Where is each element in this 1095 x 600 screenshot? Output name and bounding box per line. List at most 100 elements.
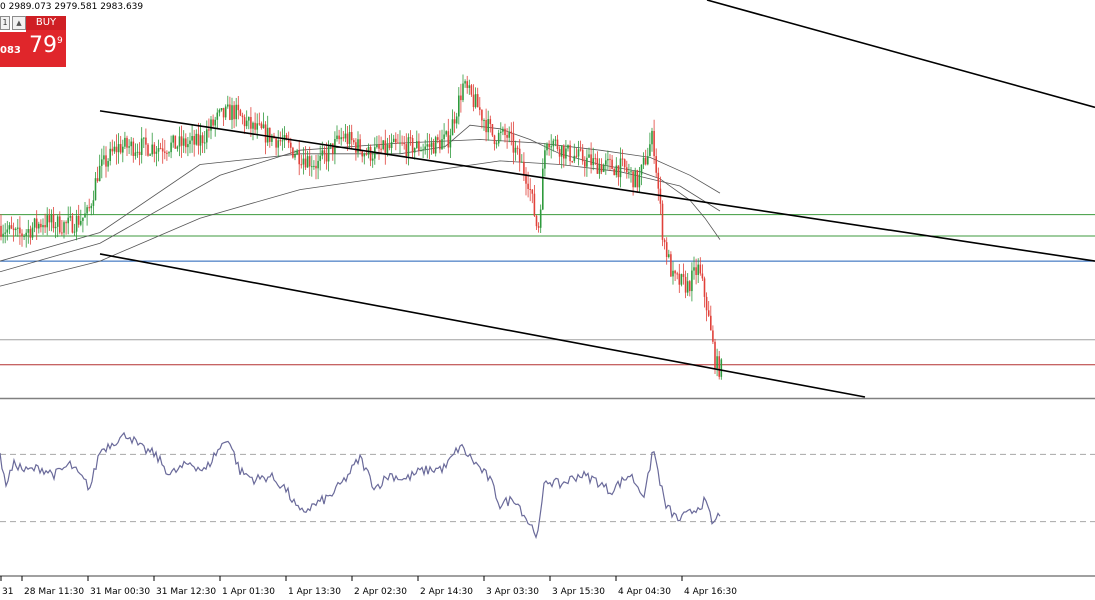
candle-body xyxy=(363,153,366,157)
candle-body xyxy=(224,106,227,118)
candle xyxy=(143,137,145,149)
candle xyxy=(382,139,384,151)
trend-lines xyxy=(99,0,1095,398)
candle-body xyxy=(550,146,552,148)
candle xyxy=(602,163,605,173)
candle-body xyxy=(82,217,84,221)
candle-body xyxy=(180,136,183,146)
candle-body xyxy=(689,281,691,292)
candle-body xyxy=(176,146,179,149)
candle xyxy=(697,258,699,283)
price-chart[interactable]: 31 28 Mar 11:30 31 Mar 00:30 31 Mar 12:30 1 … xyxy=(0,0,1095,600)
price-left-box[interactable]: 083 xyxy=(0,32,26,67)
candle-body xyxy=(487,119,489,133)
candle xyxy=(451,109,454,136)
candle-body xyxy=(714,341,716,369)
candle-body xyxy=(44,225,46,228)
candle xyxy=(298,139,300,176)
candle-body xyxy=(290,142,292,148)
candle-body xyxy=(432,142,435,154)
candle xyxy=(720,358,723,380)
candle xyxy=(617,165,620,186)
candle-body xyxy=(298,150,300,165)
rsi-panel xyxy=(0,431,1095,540)
price-superscript: 9 xyxy=(57,36,63,46)
candle-body xyxy=(586,157,588,167)
candle xyxy=(577,140,580,166)
candle-body xyxy=(105,155,107,167)
candle xyxy=(201,132,204,154)
candle xyxy=(317,154,319,180)
candle-body xyxy=(332,143,334,154)
candle-body xyxy=(92,200,95,206)
lot-dropdown[interactable]: 1 xyxy=(0,16,10,30)
candle-body xyxy=(317,160,319,169)
candle-body xyxy=(275,138,277,148)
candle xyxy=(44,213,46,234)
candle xyxy=(416,130,418,150)
candle xyxy=(235,97,237,127)
candle xyxy=(103,145,105,165)
candle xyxy=(195,129,198,146)
candle-body xyxy=(67,217,69,224)
time-tick-label: 28 Mar 11:30 xyxy=(24,587,84,597)
candle-body xyxy=(342,137,345,139)
buy-button[interactable]: BUY 79 9 xyxy=(26,16,66,67)
time-tick-label: 2 Apr 02:30 xyxy=(354,587,407,597)
candle xyxy=(245,110,248,130)
candle-body xyxy=(63,222,65,233)
candle-body xyxy=(155,151,158,154)
candle xyxy=(302,147,305,175)
candle-body xyxy=(462,83,464,101)
candle-body xyxy=(130,141,132,147)
candle-body xyxy=(617,165,620,178)
candle xyxy=(428,133,431,160)
candle xyxy=(369,144,372,167)
candle-body xyxy=(266,127,269,143)
candle xyxy=(342,130,345,142)
horizontal-levels xyxy=(0,214,1095,366)
time-tick-label: 1 Apr 01:30 xyxy=(222,587,275,597)
candle xyxy=(676,271,678,280)
candle xyxy=(546,142,548,156)
candle xyxy=(705,292,708,322)
candle xyxy=(109,141,111,166)
candle xyxy=(94,171,97,201)
candle xyxy=(493,134,496,151)
candle-body xyxy=(382,140,384,150)
candle xyxy=(682,263,685,285)
candle-body xyxy=(145,137,147,145)
candle xyxy=(405,133,408,165)
candle xyxy=(82,217,84,233)
candle xyxy=(649,132,651,157)
candle-body xyxy=(65,222,67,224)
candle-body xyxy=(441,139,443,150)
candle-body xyxy=(535,215,538,227)
candle xyxy=(447,118,450,154)
candle-body xyxy=(422,149,424,151)
candle xyxy=(550,134,552,159)
candle-body xyxy=(430,142,433,147)
candle-body xyxy=(243,117,246,127)
candle xyxy=(500,122,502,142)
candle-body xyxy=(479,107,481,110)
candle xyxy=(458,87,460,125)
candle xyxy=(535,214,538,230)
candle-body xyxy=(170,142,172,153)
candle xyxy=(19,216,21,245)
candle-body xyxy=(325,153,328,162)
chevron-up-icon[interactable]: ▲ xyxy=(12,16,26,30)
candle xyxy=(231,97,233,130)
candle xyxy=(353,138,355,145)
candle-body xyxy=(222,108,225,118)
candle-body xyxy=(311,166,313,168)
candle xyxy=(283,126,286,148)
candle xyxy=(292,146,294,159)
candle-body xyxy=(395,138,397,143)
candle-body xyxy=(693,267,695,271)
candle-body xyxy=(29,229,32,238)
candle xyxy=(218,108,221,117)
candle-body xyxy=(109,148,111,162)
candle xyxy=(651,127,653,152)
candle-body xyxy=(0,225,2,237)
